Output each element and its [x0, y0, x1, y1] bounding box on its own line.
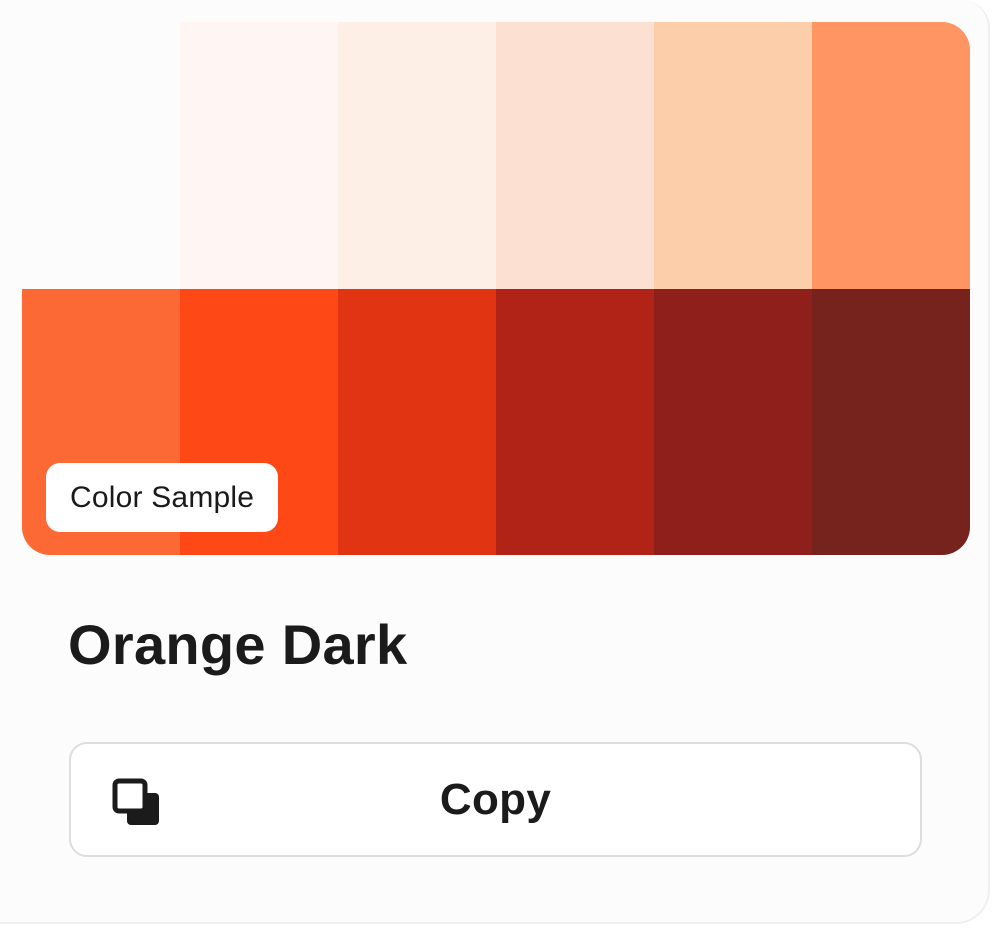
color-swatch: [180, 22, 338, 289]
color-swatch: [338, 22, 496, 289]
color-sample-badge: Color Sample: [46, 463, 279, 532]
copy-button-label: Copy: [439, 774, 552, 824]
color-card: Color Sample Orange Dark Copy: [0, 0, 990, 924]
color-swatch: [654, 289, 812, 555]
color-swatch: [812, 289, 970, 555]
color-swatch: [654, 22, 812, 289]
color-name-title: Orange Dark: [68, 613, 408, 676]
color-sample-label: Color Sample: [70, 480, 255, 514]
copy-button[interactable]: Copy: [69, 742, 922, 857]
color-swatch: [496, 289, 654, 555]
color-swatch: [338, 289, 496, 555]
color-swatch: [812, 22, 970, 289]
color-swatch: [22, 22, 180, 289]
color-swatch: [496, 22, 654, 289]
